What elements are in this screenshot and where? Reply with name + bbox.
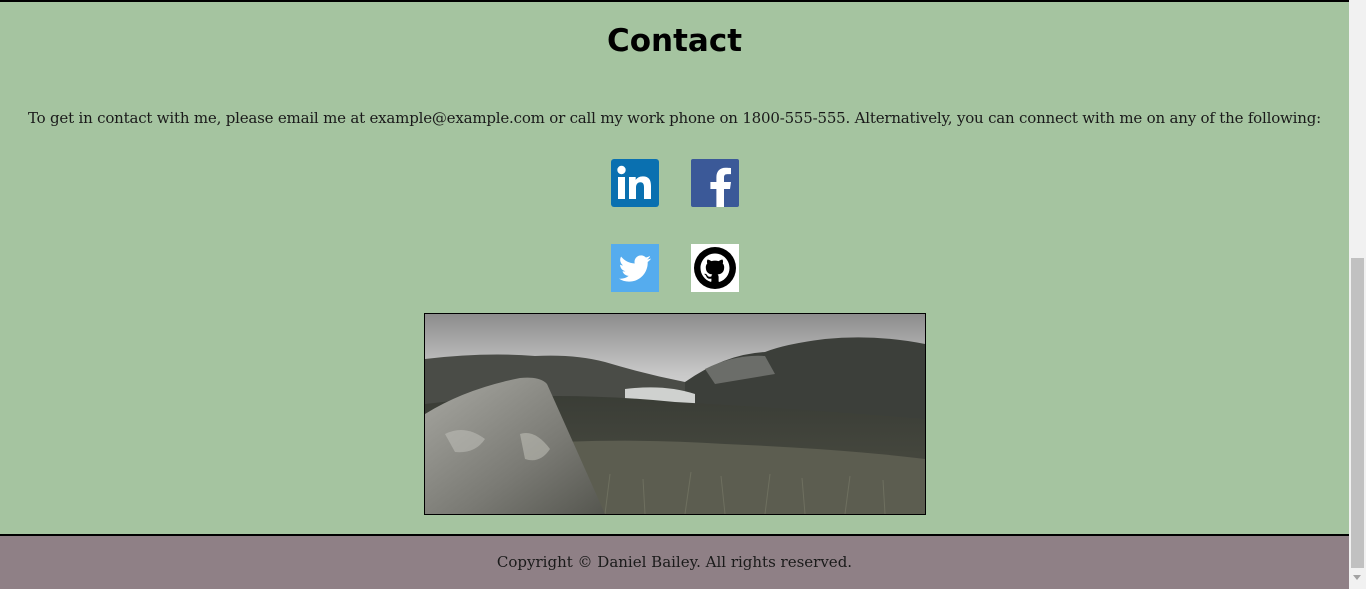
scroll-down-arrow-icon[interactable] <box>1353 575 1361 580</box>
github-icon <box>691 244 739 292</box>
page-title: Contact <box>606 23 743 59</box>
linkedin-link[interactable] <box>611 159 659 207</box>
landscape-photo <box>424 313 926 515</box>
github-link[interactable] <box>691 244 739 292</box>
footer: Copyright © Daniel Bailey. All rights re… <box>0 534 1349 589</box>
contact-section: Contact To get in contact with me, pleas… <box>0 0 1349 589</box>
vertical-scrollbar[interactable] <box>1349 0 1366 589</box>
scrollbar-thumb[interactable] <box>1351 258 1364 568</box>
facebook-link[interactable] <box>691 159 739 207</box>
contact-intro-text: To get in contact with me, please email … <box>27 109 1321 127</box>
twitter-link[interactable] <box>611 244 659 292</box>
facebook-icon <box>691 159 739 207</box>
twitter-icon <box>611 244 659 292</box>
linkedin-icon <box>611 159 659 207</box>
copyright-text: Copyright © Daniel Bailey. All rights re… <box>496 553 853 571</box>
